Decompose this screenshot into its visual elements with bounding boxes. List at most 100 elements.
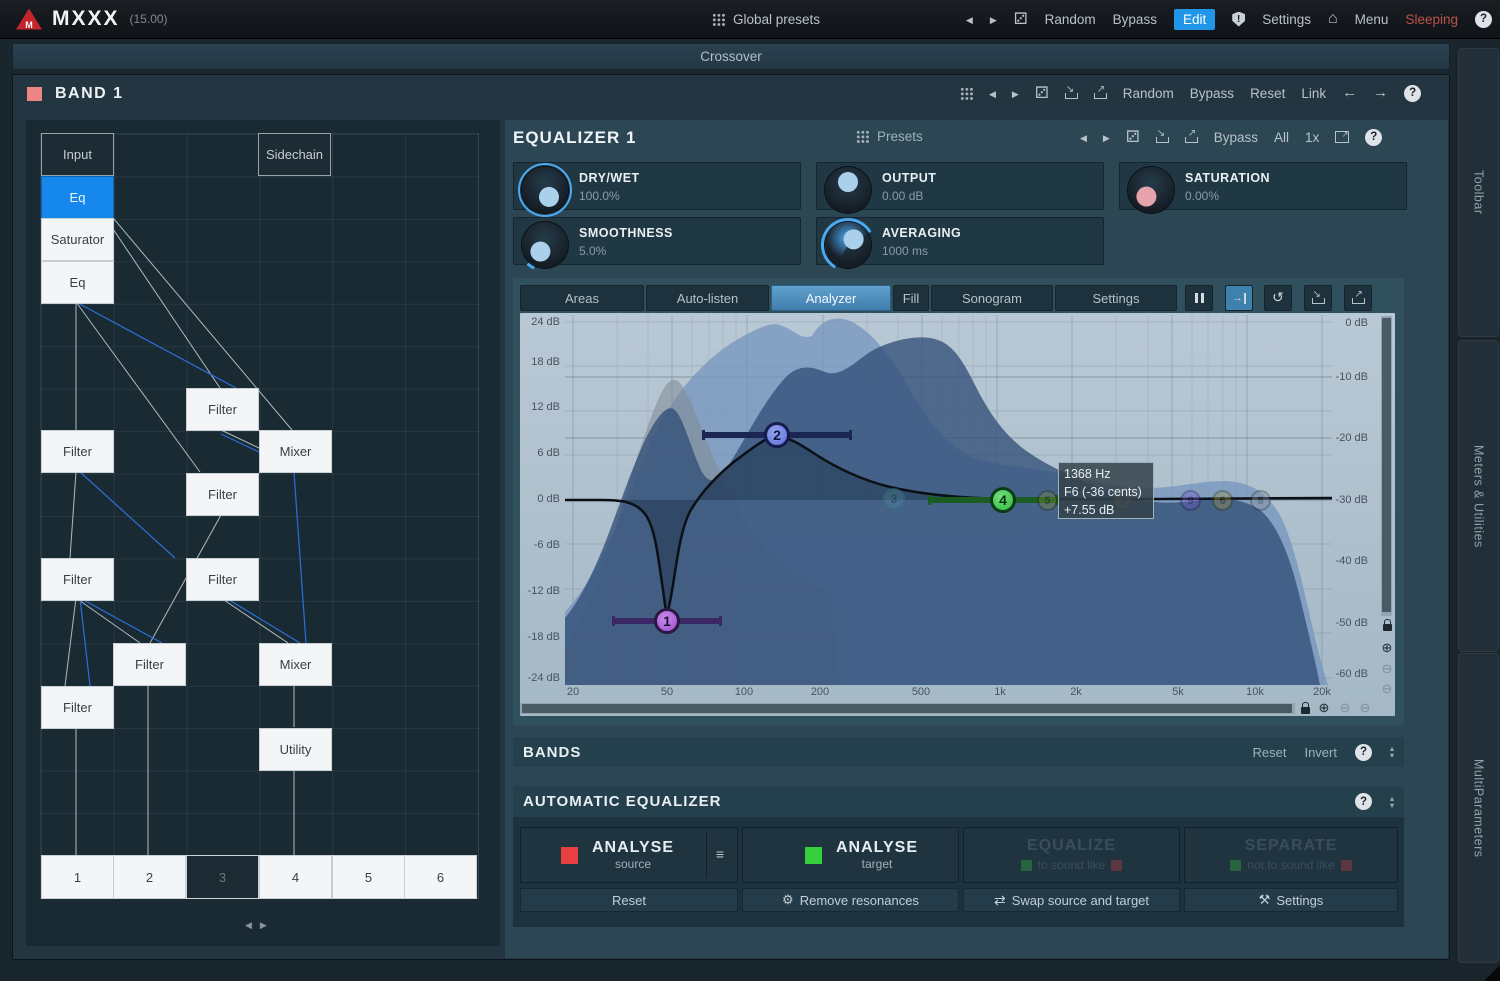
- next-button[interactable]: [1103, 128, 1110, 146]
- reset-analysis-button[interactable]: [1264, 285, 1292, 311]
- node-filter[interactable]: Filter: [41, 558, 114, 601]
- resize-icon[interactable]: [1335, 131, 1349, 143]
- separate-button[interactable]: SEPARATE not to sound like: [1184, 827, 1398, 883]
- import-analysis-button[interactable]: [1304, 285, 1332, 311]
- graph-horizontal-scrollbar-thumb[interactable]: [522, 704, 1292, 713]
- node-filter[interactable]: Filter: [41, 430, 114, 473]
- eq-point-4[interactable]: 4: [990, 487, 1016, 513]
- node-filter[interactable]: Filter: [113, 643, 186, 686]
- graph-vertical-scrollbar-thumb[interactable]: [1382, 318, 1391, 612]
- global-presets-button[interactable]: Global presets: [712, 12, 820, 27]
- help-icon[interactable]: ?: [1355, 744, 1372, 761]
- eq-point-2[interactable]: 2: [764, 422, 790, 448]
- dice-icon[interactable]: [1014, 9, 1028, 29]
- node-mixer[interactable]: Mixer: [259, 643, 332, 686]
- node-eq-selected[interactable]: Eq: [41, 176, 114, 219]
- output-1[interactable]: 1: [41, 855, 114, 899]
- node-filter[interactable]: Filter: [41, 686, 114, 729]
- collapse-toggle-icon[interactable]: [1390, 795, 1394, 809]
- help-icon[interactable]: ?: [1365, 129, 1382, 146]
- band-reset-button[interactable]: Reset: [1250, 86, 1285, 101]
- lock-icon[interactable]: [1379, 617, 1395, 633]
- preset-next-button[interactable]: [990, 10, 997, 28]
- zoom-out-icon[interactable]: [1379, 681, 1395, 697]
- tab-auto-listen[interactable]: Auto-listen: [646, 285, 769, 311]
- menu-button[interactable]: Menu: [1355, 12, 1389, 27]
- help-icon[interactable]: ?: [1355, 793, 1372, 810]
- tab-fill[interactable]: Fill: [893, 285, 929, 311]
- eq-scale-button[interactable]: 1x: [1305, 130, 1319, 145]
- eq-point-1[interactable]: 1: [654, 608, 680, 634]
- saturation-knob[interactable]: [1124, 163, 1178, 217]
- saturation-control[interactable]: SATURATION 0.00%: [1119, 162, 1407, 210]
- export-analysis-button[interactable]: [1344, 285, 1372, 311]
- home-icon[interactable]: [1328, 10, 1338, 28]
- prev-button[interactable]: [1080, 128, 1087, 146]
- dice-icon[interactable]: [1035, 83, 1049, 103]
- prev-button[interactable]: [989, 84, 996, 102]
- collapse-toggle-icon[interactable]: [1390, 745, 1394, 759]
- output-4[interactable]: 4: [259, 855, 332, 899]
- bypass-button[interactable]: Bypass: [1113, 12, 1157, 27]
- help-icon[interactable]: ?: [1404, 85, 1421, 102]
- resize-handle[interactable]: [1484, 965, 1500, 981]
- pause-button[interactable]: [1185, 285, 1213, 311]
- edit-button[interactable]: Edit: [1174, 9, 1215, 30]
- eq-all-button[interactable]: All: [1274, 130, 1289, 145]
- eq-point-3[interactable]: 3: [883, 488, 905, 510]
- node-mixer[interactable]: Mixer: [259, 430, 332, 473]
- zoom-in-icon[interactable]: [1316, 700, 1332, 716]
- swap-source-target-button[interactable]: Swap source and target: [963, 888, 1180, 912]
- next-button[interactable]: [1012, 84, 1019, 102]
- smoothness-control[interactable]: SMOOTHNESS 5.0%: [513, 217, 801, 265]
- analyse-target-button[interactable]: ANALYSE target: [742, 827, 959, 883]
- node-input[interactable]: Input: [41, 133, 114, 176]
- analyse-source-button[interactable]: ANALYSE source: [520, 827, 738, 883]
- tab-meters-utilities[interactable]: Meters & Utilities: [1458, 340, 1499, 652]
- node-saturator[interactable]: Saturator: [41, 218, 114, 261]
- output-6[interactable]: 6: [404, 855, 477, 899]
- crossover-bar[interactable]: Crossover: [12, 43, 1450, 70]
- graph-scroll-arrows[interactable]: [245, 920, 267, 931]
- smoothness-knob[interactable]: [518, 218, 572, 272]
- output-2[interactable]: 2: [113, 855, 186, 899]
- import-icon[interactable]: [1065, 87, 1078, 99]
- averaging-control[interactable]: AVERAGING 1000 ms: [816, 217, 1104, 265]
- tab-analyzer[interactable]: Analyzer: [771, 285, 891, 311]
- sleeping-status[interactable]: Sleeping: [1405, 12, 1458, 27]
- dice-icon[interactable]: [1126, 127, 1140, 147]
- node-filter[interactable]: Filter: [186, 388, 259, 431]
- zoom-in-icon[interactable]: [1379, 640, 1395, 656]
- node-filter[interactable]: Filter: [186, 473, 259, 516]
- scroll-right-icon[interactable]: [260, 920, 267, 931]
- forward-arrow-icon[interactable]: [1373, 84, 1388, 102]
- output-3[interactable]: 3: [186, 855, 259, 899]
- random-button[interactable]: Random: [1045, 12, 1096, 27]
- eq-point-8[interactable]: 8: [1250, 490, 1271, 511]
- drywet-knob[interactable]: [518, 163, 572, 217]
- node-sidechain[interactable]: Sidechain: [258, 133, 331, 176]
- export-icon[interactable]: [1185, 131, 1198, 143]
- drywet-control[interactable]: DRY/WET 100.0%: [513, 162, 801, 210]
- band-link-button[interactable]: Link: [1301, 86, 1326, 101]
- import-icon[interactable]: [1156, 131, 1169, 143]
- tab-multiparameters[interactable]: MultiParameters: [1458, 653, 1499, 963]
- node-utility[interactable]: Utility: [259, 728, 332, 771]
- tab-toolbar[interactable]: Toolbar: [1458, 48, 1499, 337]
- grid-icon[interactable]: [960, 87, 973, 100]
- node-eq[interactable]: Eq: [41, 261, 114, 304]
- alert-shield-icon[interactable]: [1232, 12, 1245, 27]
- zoom-out-icon[interactable]: [1357, 700, 1373, 716]
- auto-eq-reset-button[interactable]: Reset: [520, 888, 738, 912]
- eq-point-5[interactable]: 5: [1037, 490, 1058, 511]
- settings-button[interactable]: Settings: [1262, 12, 1311, 27]
- eq-point-9[interactable]: 9: [1180, 490, 1201, 511]
- source-menu-button[interactable]: [706, 832, 733, 878]
- band-color-swatch[interactable]: [27, 87, 42, 101]
- lock-icon[interactable]: [1297, 700, 1313, 716]
- averaging-knob[interactable]: [821, 218, 875, 272]
- output-5[interactable]: 5: [332, 855, 405, 899]
- output-control[interactable]: OUTPUT 0.00 dB: [816, 162, 1104, 210]
- node-filter[interactable]: Filter: [186, 558, 259, 601]
- bands-invert-button[interactable]: Invert: [1304, 745, 1337, 760]
